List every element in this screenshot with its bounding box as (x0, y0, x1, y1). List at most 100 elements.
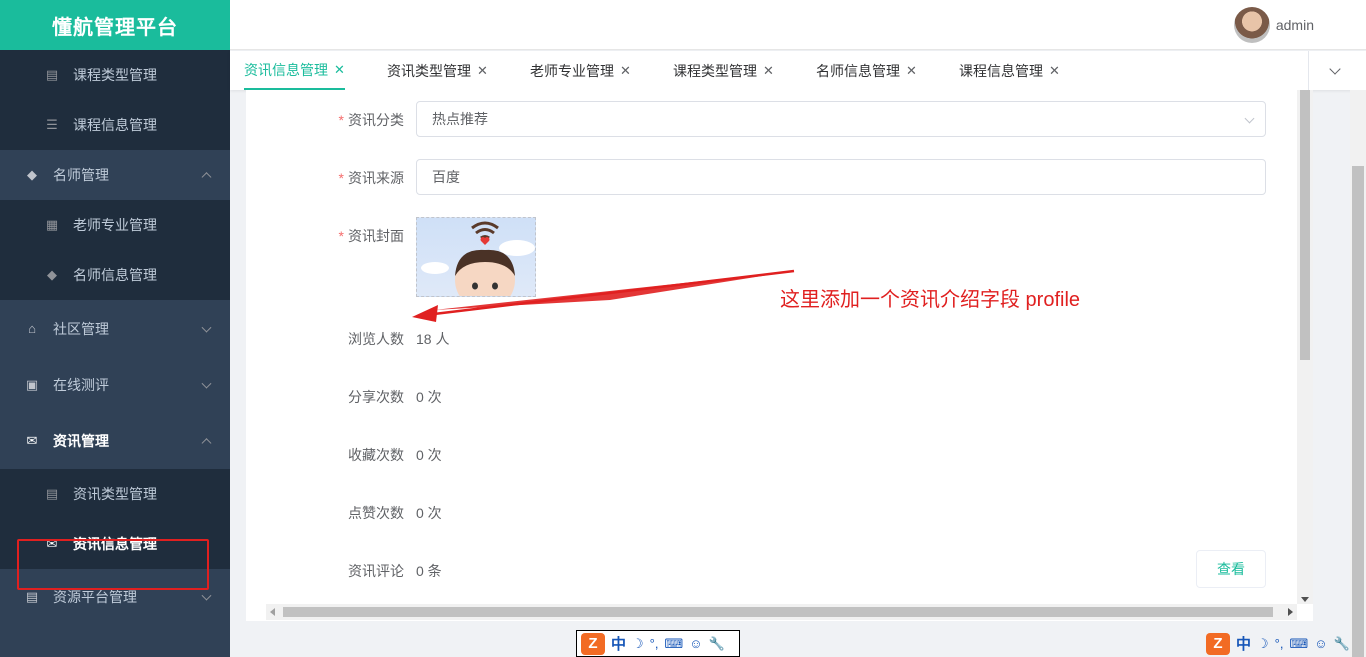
chevron-down-icon (201, 590, 212, 601)
tab-label: 资讯类型管理 (387, 62, 471, 79)
tab-news-type[interactable]: 资讯类型管理 ✕ (387, 51, 488, 90)
punctuation-icon[interactable]: °, (1275, 636, 1284, 651)
ime-language-toggle[interactable]: 中 (1236, 633, 1251, 654)
close-icon[interactable]: ✕ (763, 63, 774, 79)
wrench-icon[interactable]: 🔧 (709, 636, 725, 652)
news-form-panel: * 资讯分类 热点推荐 * 资讯来源 百度 * 资讯封面 浏览人数 18 人 分… (246, 90, 1313, 621)
close-icon[interactable]: ✕ (620, 63, 631, 79)
form-label: * 资讯分类 (338, 112, 404, 128)
teachers-submenu: ▦ 老师专业管理 ◆ 名师信息管理 (0, 200, 230, 300)
tab-news-info[interactable]: 资讯信息管理 ✕ (244, 51, 345, 90)
ime-logo-icon: Z (1206, 632, 1230, 655)
cabinet-icon: ▦ (45, 217, 59, 232)
moon-icon[interactable]: ☽ (1257, 636, 1269, 652)
form-label: * 资讯封面 (338, 228, 404, 244)
cover-image (421, 221, 535, 296)
sidebar-item-assessment[interactable]: ▣ 在线测评 (0, 357, 230, 413)
sidebar-item-teacher-major[interactable]: ▦ 老师专业管理 (0, 200, 230, 250)
horizontal-scrollbar[interactable] (266, 604, 1297, 620)
keyboard-icon[interactable]: ⌨ (1289, 636, 1308, 652)
close-icon[interactable]: ✕ (906, 63, 917, 79)
chevron-down-icon (201, 322, 212, 333)
close-icon[interactable]: ✕ (334, 62, 345, 78)
sidebar-item-news[interactable]: ✉ 资讯管理 (0, 413, 230, 469)
tab-teacher-info[interactable]: 名师信息管理 ✕ (816, 51, 917, 90)
chevron-down-icon (1328, 62, 1341, 75)
sidebar: 懂航管理平台 ▤ 课程类型管理 ☰ 课程信息管理 ◆ 名师管理 ▦ 老师专业管理… (0, 0, 230, 657)
required-asterisk: * (338, 228, 344, 244)
tab-label: 课程信息管理 (959, 62, 1043, 79)
source-input[interactable]: 百度 (416, 159, 1266, 195)
views-value: 18 人 (416, 331, 450, 347)
user-menu[interactable]: admin (1233, 7, 1314, 43)
ime-toolbar-secondary[interactable]: Z 中 ☽ °, ⌨ ☺ 🔧 (1202, 630, 1366, 657)
scrollbar-thumb[interactable] (1300, 90, 1310, 360)
top-header: admin (230, 0, 1366, 50)
sidebar-item-news-info[interactable]: ✉ 资讯信息管理 (0, 519, 230, 569)
ime-logo-icon: Z (581, 632, 605, 655)
sidebar-item-label: 老师专业管理 (73, 217, 157, 233)
tabs-dropdown-button[interactable] (1308, 51, 1360, 90)
graduation-cap-icon: ◆ (27, 167, 37, 182)
sidebar-item-teacher-info[interactable]: ◆ 名师信息管理 (0, 250, 230, 300)
user-icon[interactable]: ☺ (1314, 636, 1327, 651)
close-icon[interactable]: ✕ (1049, 63, 1060, 79)
tab-label: 资讯信息管理 (244, 61, 328, 78)
scroll-left-icon[interactable] (270, 608, 275, 616)
favorites-value: 0 次 (416, 447, 442, 463)
form-label: * 资讯来源 (338, 170, 404, 186)
scrollbar-thumb[interactable] (283, 607, 1273, 617)
chevron-up-icon (201, 172, 212, 183)
close-icon[interactable]: ✕ (477, 63, 488, 79)
required-asterisk: * (338, 112, 344, 128)
sidebar-item-community[interactable]: ⌂ 社区管理 (0, 300, 230, 357)
tab-course-type[interactable]: 课程类型管理 ✕ (673, 51, 774, 90)
mail-icon: ✉ (26, 433, 38, 448)
sidebar-item-label: 资讯类型管理 (73, 486, 157, 502)
required-asterisk: * (338, 170, 344, 186)
category-select[interactable]: 热点推荐 (416, 101, 1266, 137)
scroll-down-icon[interactable] (1301, 597, 1309, 602)
sidebar-item-course-info[interactable]: ☰ 课程信息管理 (0, 100, 230, 150)
doc-search-icon: ▤ (45, 486, 59, 501)
tabs-bar: 资讯信息管理 ✕ 资讯类型管理 ✕ 老师专业管理 ✕ 课程类型管理 ✕ 名师信息管理 ✕ … (230, 51, 1366, 90)
chevron-up-icon (201, 438, 212, 449)
cover-image-upload[interactable] (416, 217, 536, 297)
keyboard-icon[interactable]: ⌨ (664, 636, 683, 652)
form-label: 资讯评论 (348, 563, 404, 579)
comments-value: 0 条 (416, 563, 442, 579)
wrench-icon[interactable]: 🔧 (1334, 636, 1350, 652)
sidebar-item-teachers[interactable]: ◆ 名师管理 (0, 150, 230, 200)
sidebar-item-label: 资讯信息管理 (73, 536, 157, 552)
likes-value: 0 次 (416, 505, 442, 521)
monitor-icon: ▣ (25, 377, 39, 392)
view-comments-button[interactable]: 查看 (1196, 550, 1266, 588)
news-submenu: ▤ 资讯类型管理 ✉ 资讯信息管理 (0, 469, 230, 569)
sidebar-item-resource[interactable]: ▤ 资源平台管理 (0, 569, 230, 625)
page-scrollbar[interactable] (1350, 90, 1366, 657)
ime-language-toggle[interactable]: 中 (611, 633, 626, 654)
tab-teacher-major[interactable]: 老师专业管理 ✕ (530, 51, 631, 90)
source-input-value: 百度 (432, 169, 460, 185)
graduation-cap-icon: ◆ (47, 267, 57, 282)
moon-icon[interactable]: ☽ (632, 636, 644, 652)
user-icon[interactable]: ☺ (689, 636, 702, 651)
annotation-text: 这里添加一个资讯介绍字段 profile (780, 289, 1081, 311)
sidebar-item-news-type[interactable]: ▤ 资讯类型管理 (0, 469, 230, 519)
sidebar-item-label: 课程信息管理 (73, 117, 157, 133)
scroll-right-icon[interactable] (1288, 608, 1293, 616)
avatar[interactable] (1233, 7, 1270, 43)
mail-icon: ✉ (46, 536, 58, 551)
sidebar-item-label: 在线测评 (53, 377, 109, 393)
punctuation-icon[interactable]: °, (650, 636, 659, 651)
username: admin (1275, 17, 1314, 33)
tab-course-info[interactable]: 课程信息管理 ✕ (959, 51, 1060, 90)
course-submenu: ▤ 课程类型管理 ☰ 课程信息管理 (0, 50, 230, 150)
ime-toolbar[interactable]: Z 中 ☽ °, ⌨ ☺ 🔧 (576, 630, 740, 657)
vertical-scrollbar[interactable] (1297, 90, 1313, 604)
sidebar-item-label: 资源平台管理 (53, 589, 137, 605)
document-icon: ▤ (45, 67, 59, 82)
sidebar-item-course-type[interactable]: ▤ 课程类型管理 (0, 50, 230, 100)
sidebar-item-label: 名师管理 (53, 167, 109, 183)
scrollbar-thumb[interactable] (1352, 166, 1364, 657)
